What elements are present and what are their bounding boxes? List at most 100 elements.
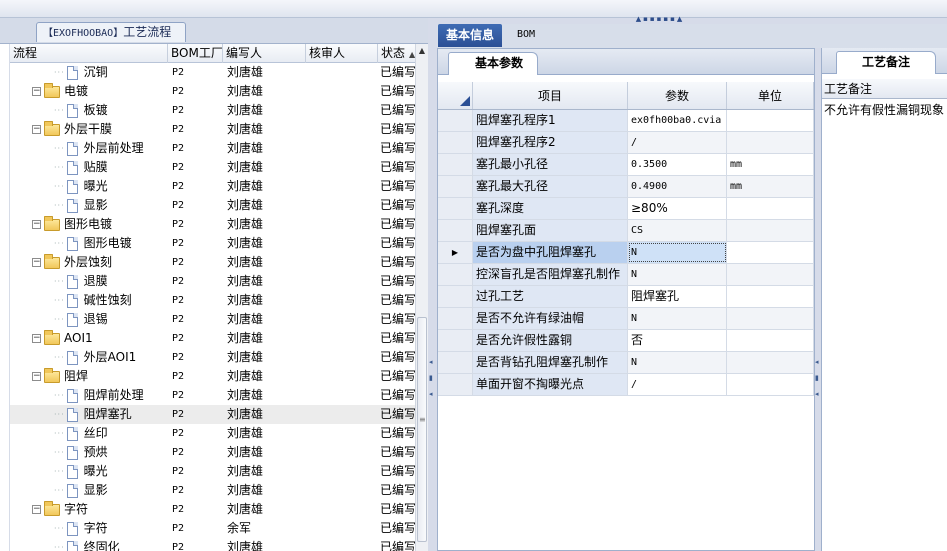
status-cell: 已编写 — [380, 236, 417, 250]
param-row[interactable]: 单面开窗不掏曝光点 / — [438, 374, 814, 396]
collapse-icon[interactable]: − — [32, 87, 41, 96]
row-indicator[interactable] — [438, 132, 473, 153]
param-row[interactable]: 是否不允许有绿油帽 N — [438, 308, 814, 330]
tree-row[interactable]: ··· 阻焊前处理 P2 刘唐雄 已编写 — [10, 386, 418, 405]
tree-row[interactable]: ··· 外层AOI1 P2 刘唐雄 已编写 — [10, 348, 418, 367]
param-value-cell[interactable]: 否 — [628, 330, 727, 351]
collapse-icon[interactable]: − — [32, 505, 41, 514]
row-indicator[interactable] — [438, 154, 473, 175]
tree-row[interactable]: ··· 外层前处理 P2 刘唐雄 已编写 — [10, 139, 418, 158]
notes-text[interactable]: 不允许有假性漏铜现象 — [824, 101, 947, 119]
tree-row[interactable]: ··· 碱性蚀刻 P2 刘唐雄 已编写 — [10, 291, 418, 310]
row-indicator[interactable] — [438, 264, 473, 285]
param-value-cell[interactable]: 0.3500 — [628, 154, 727, 175]
scroll-thumb[interactable]: ≡ — [417, 317, 427, 542]
tab-process-flow[interactable]: 【EXOFHOOBAO】工艺流程 — [36, 22, 186, 42]
tree-row[interactable]: ··· 终固化 P2 刘唐雄 已编写 — [10, 538, 418, 551]
reviewer-cell — [306, 177, 378, 196]
param-row[interactable]: 控深盲孔是否阻焊塞孔制作 N — [438, 264, 814, 286]
param-value-cell[interactable]: 阻焊塞孔 — [628, 286, 727, 307]
writer-cell: 刘唐雄 — [227, 84, 264, 98]
panel-grip[interactable]: ▲▪▪▪▪▪▲ — [630, 16, 690, 23]
tree-scrollbar[interactable]: ▲ ≡ — [415, 44, 428, 551]
col-reviewer[interactable]: 核审人 — [306, 44, 378, 63]
param-row[interactable]: 阻焊塞孔面 CS — [438, 220, 814, 242]
tree-row[interactable]: − 图形电镀 P2 刘唐雄 已编写 — [10, 215, 418, 234]
param-row[interactable]: 过孔工艺 阻焊塞孔 — [438, 286, 814, 308]
tree-row[interactable]: − 外层蚀刻 P2 刘唐雄 已编写 — [10, 253, 418, 272]
param-value-cell[interactable]: ex0fh00ba0.cvia — [628, 110, 727, 131]
param-value-cell[interactable]: ≥80% — [628, 198, 727, 219]
row-indicator[interactable] — [438, 352, 473, 373]
param-value-cell[interactable]: 0.4900 — [628, 176, 727, 197]
param-value-cell[interactable]: N — [628, 308, 727, 329]
scroll-up-icon[interactable]: ▲ — [416, 44, 428, 57]
col-item[interactable]: 项目 — [473, 82, 628, 109]
tab-bom[interactable]: BOM — [506, 24, 546, 46]
tree-row[interactable]: ··· 预烘 P2 刘唐雄 已编写 — [10, 443, 418, 462]
tab-basic-params[interactable]: 基本参数 — [448, 52, 538, 75]
tree-row[interactable]: ··· 曝光 P2 刘唐雄 已编写 — [10, 462, 418, 481]
tree-row[interactable]: ··· 图形电镀 P2 刘唐雄 已编写 — [10, 234, 418, 253]
row-indicator-current-icon[interactable]: ▶ — [438, 242, 473, 263]
param-row[interactable]: ▶ 是否为盘中孔阻焊塞孔 N — [438, 242, 814, 264]
tree-row[interactable]: ··· 贴膜 P2 刘唐雄 已编写 — [10, 158, 418, 177]
row-indicator[interactable] — [438, 220, 473, 241]
bom-cell: P2 — [172, 333, 185, 344]
tree-row[interactable]: ··· 显影 P2 刘唐雄 已编写 — [10, 481, 418, 500]
tree-gutter — [0, 44, 10, 551]
tree-row[interactable]: ··· 沉铜 P2 刘唐雄 已编写 — [10, 63, 418, 82]
collapse-icon[interactable]: − — [32, 125, 41, 134]
tree-row[interactable]: − 电镀 P2 刘唐雄 已编写 — [10, 82, 418, 101]
param-value-cell[interactable]: / — [628, 374, 727, 395]
tree-row[interactable]: − 阻焊 P2 刘唐雄 已编写 — [10, 367, 418, 386]
collapse-icon[interactable]: − — [32, 334, 41, 343]
tab-basic-info[interactable]: 基本信息 — [438, 24, 502, 47]
tree-row[interactable]: ··· 板镀 P2 刘唐雄 已编写 — [10, 101, 418, 120]
col-unit[interactable]: 单位 — [727, 82, 814, 109]
col-value[interactable]: 参数 — [628, 82, 727, 109]
tree-row[interactable]: ··· 退膜 P2 刘唐雄 已编写 — [10, 272, 418, 291]
param-row[interactable]: 阻焊塞孔程序1 ex0fh00ba0.cvia — [438, 110, 814, 132]
param-item-cell: 阻焊塞孔程序1 — [473, 110, 628, 131]
row-indicator[interactable] — [438, 374, 473, 395]
left-splitter[interactable]: ◂ ▮ ◂ — [428, 18, 437, 551]
row-indicator[interactable] — [438, 330, 473, 351]
param-value-cell[interactable]: N — [628, 352, 727, 373]
param-row[interactable]: 塞孔最大孔径 0.4900 mm — [438, 176, 814, 198]
tree-row[interactable]: ··· 显影 P2 刘唐雄 已编写 — [10, 196, 418, 215]
param-row[interactable]: 是否背钻孔阻焊塞孔制作 N — [438, 352, 814, 374]
collapse-icon[interactable]: − — [32, 258, 41, 267]
collapse-icon[interactable]: − — [32, 220, 41, 229]
tree-row[interactable]: ··· 丝印 P2 刘唐雄 已编写 — [10, 424, 418, 443]
tree-row[interactable]: ··· 退锡 P2 刘唐雄 已编写 — [10, 310, 418, 329]
row-indicator[interactable] — [438, 308, 473, 329]
tree-row[interactable]: ··· 字符 P2 余军 已编写 — [10, 519, 418, 538]
param-value-cell[interactable]: / — [628, 132, 727, 153]
row-indicator[interactable] — [438, 110, 473, 131]
param-row[interactable]: 塞孔最小孔径 0.3500 mm — [438, 154, 814, 176]
param-value-cell[interactable]: CS — [628, 220, 727, 241]
param-value-cell[interactable]: N — [628, 264, 727, 285]
tree-row[interactable]: ··· 曝光 P2 刘唐雄 已编写 — [10, 177, 418, 196]
tree-node-label: 显影 — [83, 483, 108, 497]
tree-row[interactable]: − AOI1 P2 刘唐雄 已编写 — [10, 329, 418, 348]
tab-process-notes[interactable]: 工艺备注 — [836, 51, 936, 74]
status-cell: 已编写 — [380, 426, 417, 440]
row-indicator[interactable] — [438, 198, 473, 219]
col-writer[interactable]: 编写人 — [223, 44, 306, 63]
tree-row[interactable]: − 字符 P2 刘唐雄 已编写 — [10, 500, 418, 519]
row-indicator[interactable] — [438, 286, 473, 307]
col-flow[interactable]: 流程 — [10, 44, 168, 63]
tree-row[interactable]: − 外层干膜 P2 刘唐雄 已编写 — [10, 120, 418, 139]
col-status[interactable]: 状态 ▲ — [378, 44, 418, 63]
bom-cell: P2 — [172, 390, 185, 401]
col-bom[interactable]: BOM工厂 — [168, 44, 223, 63]
tree-row[interactable]: ··· 阻焊塞孔 P2 刘唐雄 已编写 — [10, 405, 418, 424]
collapse-icon[interactable]: − — [32, 372, 41, 381]
param-row[interactable]: 是否允许假性露铜 否 — [438, 330, 814, 352]
param-value-cell[interactable]: N — [628, 242, 727, 263]
param-row[interactable]: 阻焊塞孔程序2 / — [438, 132, 814, 154]
row-indicator[interactable] — [438, 176, 473, 197]
param-row[interactable]: 塞孔深度 ≥80% — [438, 198, 814, 220]
